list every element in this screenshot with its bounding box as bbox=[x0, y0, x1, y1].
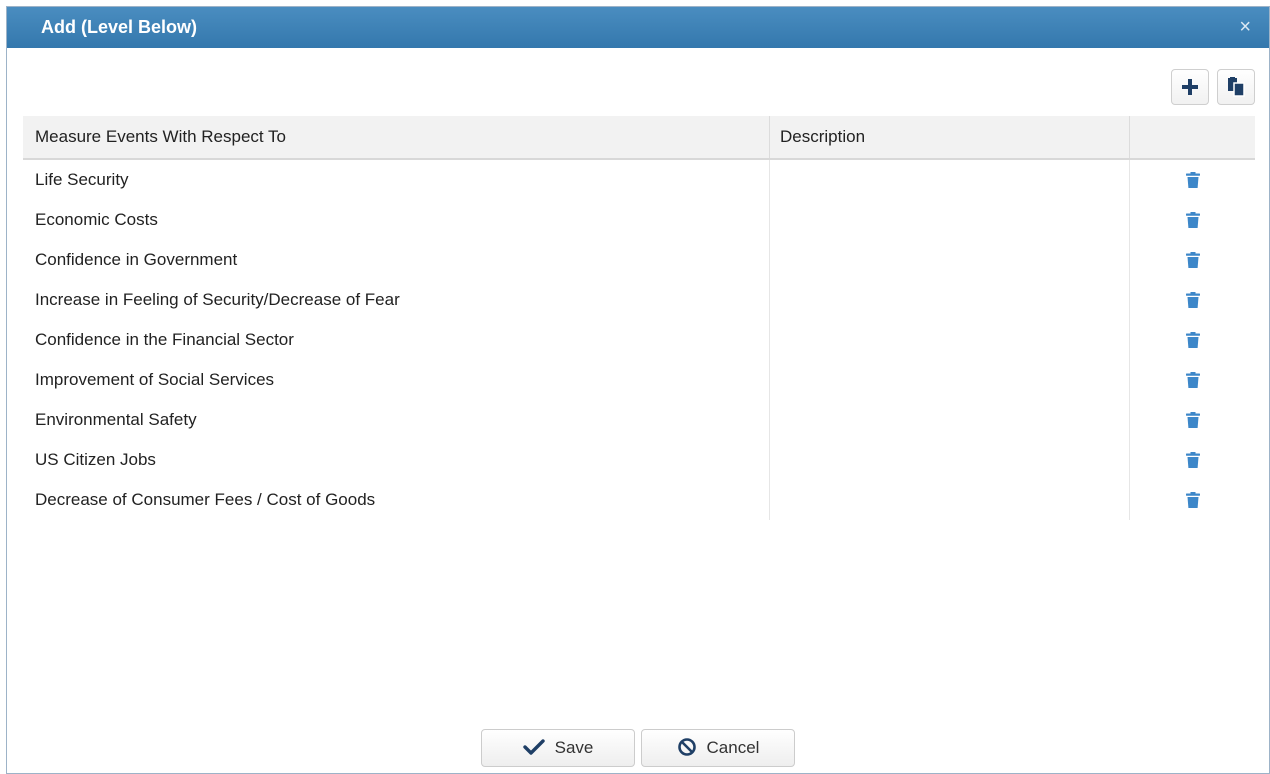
table-row[interactable]: Decrease of Consumer Fees / Cost of Good… bbox=[23, 480, 1255, 520]
row-actions-cell bbox=[1129, 240, 1255, 280]
measure-cell[interactable]: Decrease of Consumer Fees / Cost of Good… bbox=[23, 480, 769, 520]
row-actions-cell bbox=[1129, 320, 1255, 360]
table-row[interactable]: Economic Costs bbox=[23, 200, 1255, 240]
row-actions-cell bbox=[1129, 280, 1255, 320]
table-row[interactable]: US Citizen Jobs bbox=[23, 440, 1255, 480]
header-measure-events[interactable]: Measure Events With Respect To bbox=[23, 116, 769, 158]
measure-cell[interactable]: Economic Costs bbox=[23, 200, 769, 240]
row-actions-cell bbox=[1129, 360, 1255, 400]
row-actions-cell bbox=[1129, 160, 1255, 200]
description-cell[interactable] bbox=[769, 360, 1129, 400]
header-description[interactable]: Description bbox=[769, 116, 1129, 158]
check-icon bbox=[522, 739, 545, 755]
grid-header: Measure Events With Respect To Descripti… bbox=[23, 116, 1255, 160]
close-icon[interactable]: × bbox=[1239, 7, 1251, 48]
table-row[interactable]: Environmental Safety bbox=[23, 400, 1255, 440]
measure-events-grid: Measure Events With Respect To Descripti… bbox=[23, 116, 1255, 520]
description-cell[interactable] bbox=[769, 400, 1129, 440]
paste-button[interactable] bbox=[1217, 69, 1255, 105]
table-row[interactable]: Life Security bbox=[23, 160, 1255, 200]
description-cell[interactable] bbox=[769, 440, 1129, 480]
add-row-button[interactable] bbox=[1171, 69, 1209, 105]
dialog-title: Add (Level Below) bbox=[41, 17, 198, 37]
trash-icon[interactable] bbox=[1185, 492, 1200, 508]
table-row[interactable]: Confidence in Government bbox=[23, 240, 1255, 280]
dialog-titlebar: Add (Level Below) × bbox=[7, 7, 1269, 48]
ban-icon bbox=[677, 738, 696, 756]
trash-icon[interactable] bbox=[1185, 172, 1200, 188]
cancel-button[interactable]: Cancel bbox=[641, 729, 795, 767]
measure-cell[interactable]: Improvement of Social Services bbox=[23, 360, 769, 400]
plus-icon bbox=[1182, 79, 1198, 95]
measure-cell[interactable]: Increase in Feeling of Security/Decrease… bbox=[23, 280, 769, 320]
trash-icon[interactable] bbox=[1185, 212, 1200, 228]
trash-icon[interactable] bbox=[1185, 412, 1200, 428]
row-actions-cell bbox=[1129, 400, 1255, 440]
description-cell[interactable] bbox=[769, 160, 1129, 200]
table-row[interactable]: Improvement of Social Services bbox=[23, 360, 1255, 400]
measure-cell[interactable]: Confidence in the Financial Sector bbox=[23, 320, 769, 360]
trash-icon[interactable] bbox=[1185, 372, 1200, 388]
description-cell[interactable] bbox=[769, 280, 1129, 320]
grid-body: Life Security Economic Costs Confidence in… bbox=[23, 160, 1255, 520]
table-row[interactable]: Confidence in the Financial Sector bbox=[23, 320, 1255, 360]
cancel-label: Cancel bbox=[706, 738, 760, 757]
trash-icon[interactable] bbox=[1185, 452, 1200, 468]
description-cell[interactable] bbox=[769, 240, 1129, 280]
trash-icon[interactable] bbox=[1185, 332, 1200, 348]
description-cell[interactable] bbox=[769, 320, 1129, 360]
paste-icon bbox=[1228, 77, 1245, 97]
description-cell[interactable] bbox=[769, 480, 1129, 520]
add-level-below-dialog: Add (Level Below) × Measure Events With … bbox=[6, 6, 1270, 774]
save-button[interactable]: Save bbox=[481, 729, 635, 767]
measure-cell[interactable]: US Citizen Jobs bbox=[23, 440, 769, 480]
row-actions-cell bbox=[1129, 200, 1255, 240]
measure-cell[interactable]: Confidence in Government bbox=[23, 240, 769, 280]
dialog-footer: Save Cancel bbox=[7, 729, 1269, 767]
description-cell[interactable] bbox=[769, 200, 1129, 240]
measure-cell[interactable]: Environmental Safety bbox=[23, 400, 769, 440]
table-row[interactable]: Increase in Feeling of Security/Decrease… bbox=[23, 280, 1255, 320]
trash-icon[interactable] bbox=[1185, 292, 1200, 308]
row-actions-cell bbox=[1129, 440, 1255, 480]
row-actions-cell bbox=[1129, 480, 1255, 520]
header-actions bbox=[1129, 116, 1255, 158]
measure-cell[interactable]: Life Security bbox=[23, 160, 769, 200]
save-label: Save bbox=[554, 738, 594, 757]
trash-icon[interactable] bbox=[1185, 252, 1200, 268]
grid-toolbar bbox=[1163, 69, 1255, 107]
